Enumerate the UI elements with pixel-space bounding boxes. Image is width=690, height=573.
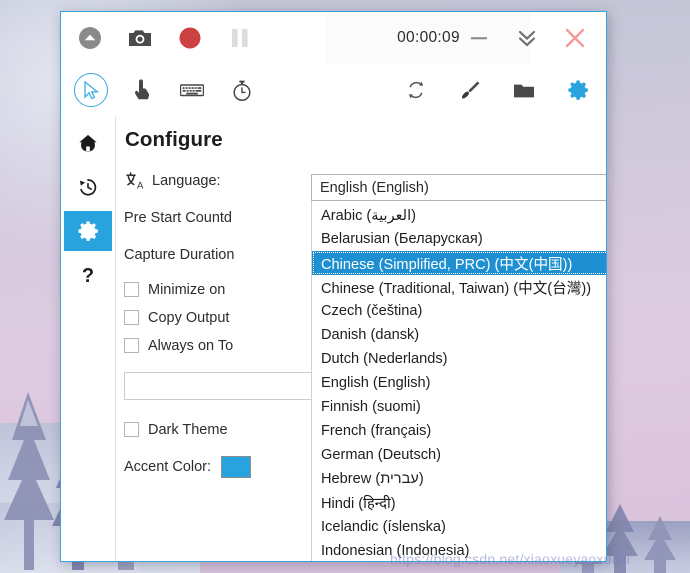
language-option[interactable]: Belarusian (Беларуская) — [312, 227, 606, 251]
svg-text:A: A — [136, 181, 143, 190]
paintbrush-icon — [461, 81, 480, 99]
stopwatch-icon — [233, 80, 251, 101]
collapse-button[interactable] — [512, 23, 542, 53]
close-x-icon — [565, 28, 585, 48]
screenshot-button[interactable] — [125, 23, 155, 53]
cursor-tool[interactable] — [74, 73, 108, 107]
language-option[interactable]: Chinese (Traditional, Taiwan) (中文(台灣)) — [312, 275, 606, 299]
window-controls — [464, 12, 598, 64]
checkbox-minimize-on[interactable] — [124, 282, 139, 297]
keystroke-tool[interactable] — [176, 74, 208, 106]
gear-icon — [78, 221, 98, 241]
folder-tool[interactable] — [508, 74, 540, 106]
config-text-field-1[interactable] — [124, 372, 324, 400]
accent-color-label: Accent Color: — [124, 459, 212, 475]
language-dropdown-popup[interactable]: Arabic (العربية) Belarusian (Беларуская) C… — [311, 201, 606, 561]
language-option[interactable]: German (Deutsch) — [312, 443, 606, 467]
cursor-arrow-icon — [83, 80, 99, 100]
question-mark-icon: ? — [82, 265, 94, 287]
keyboard-icon — [180, 84, 204, 97]
checkbox-copy-output-label: Copy Output — [148, 309, 230, 326]
home-icon — [79, 134, 97, 152]
language-option[interactable]: Icelandic (íslenska) — [312, 515, 606, 539]
page-title: Configure — [125, 128, 223, 151]
language-combo-box[interactable]: English (English) — [311, 174, 606, 201]
hand-pointer-icon — [134, 79, 150, 100]
language-option[interactable]: Danish (dansk) — [312, 323, 606, 347]
sidebar-item-home[interactable] — [64, 123, 112, 163]
history-clock-icon — [79, 179, 97, 196]
language-option[interactable]: English (English) — [312, 371, 606, 395]
checkbox-copy-output[interactable] — [124, 310, 139, 325]
chevron-up-circle-icon — [79, 27, 101, 49]
language-option[interactable]: Czech (čeština) — [312, 299, 606, 323]
language-option[interactable]: Dutch (Nederlands) — [312, 347, 606, 371]
language-option[interactable]: French (français) — [312, 419, 606, 443]
window-body: ? Configure A Language: Pre Start Countd… — [61, 116, 606, 561]
brush-tool[interactable] — [454, 74, 486, 106]
language-label: Language: — [152, 172, 221, 189]
configure-panel: Configure A Language: Pre Start Countd C… — [116, 116, 606, 561]
record-button[interactable] — [175, 23, 205, 53]
language-option[interactable]: Chinese (Simplified, PRC) (中文(中国)) — [312, 251, 606, 275]
sidebar-item-configure[interactable] — [64, 211, 112, 251]
pause-button[interactable] — [225, 23, 255, 53]
tool-bar-right — [400, 64, 594, 116]
close-button[interactable] — [560, 23, 590, 53]
language-option-list[interactable]: Arabic (العربية) Belarusian (Беларуская) C… — [312, 201, 606, 561]
camera-icon — [129, 30, 151, 46]
timer-tool[interactable] — [226, 74, 258, 106]
settings-tool[interactable] — [562, 74, 594, 106]
folder-icon — [514, 84, 534, 98]
sidebar-item-recent[interactable] — [64, 167, 112, 207]
sidebar: ? — [61, 116, 116, 561]
language-option[interactable]: Hindi (हिन्दी) — [312, 491, 606, 515]
language-option[interactable]: Finnish (suomi) — [312, 395, 606, 419]
pause-icon — [232, 29, 248, 47]
double-chevron-down-icon — [518, 30, 536, 47]
checkbox-always-on-top-label: Always on To — [148, 337, 234, 354]
click-tool[interactable] — [126, 74, 158, 106]
title-bar: 00:00:09 — [61, 12, 606, 64]
gear-icon — [568, 80, 588, 100]
minimize-button[interactable] — [464, 23, 494, 53]
checkbox-dark-theme-label: Dark Theme — [148, 421, 228, 438]
pre-start-countdown-label: Pre Start Countd — [124, 209, 232, 226]
minimize-icon — [471, 37, 487, 40]
checkbox-minimize-on-label: Minimize on — [148, 281, 226, 298]
collapse-up-button[interactable] — [75, 23, 105, 53]
record-dot-icon — [179, 27, 201, 49]
checkbox-dark-theme[interactable] — [124, 422, 139, 437]
sidebar-item-help[interactable]: ? — [64, 255, 112, 295]
svg-text:?: ? — [82, 265, 94, 287]
accent-color-swatch[interactable] — [221, 456, 252, 478]
desktop-wallpaper: 00:00:09 ? Configure A Language: Pre Sta… — [0, 0, 690, 573]
language-option[interactable]: Arabic (العربية) — [312, 203, 606, 227]
language-combo-value: English (English) — [320, 179, 429, 196]
timer-text: 00:00:09 — [397, 29, 460, 46]
app-window: 00:00:09 ? Configure A Language: Pre Sta… — [60, 11, 607, 562]
tool-bar — [61, 64, 606, 116]
checkbox-always-on-top[interactable] — [124, 338, 139, 353]
language-option[interactable]: Indonesian (Indonesia) — [312, 539, 606, 561]
refresh-icon — [408, 81, 424, 99]
language-option[interactable]: Hebrew (עברית) — [312, 467, 606, 491]
title-bar-left-actions — [61, 23, 255, 53]
capture-duration-label: Capture Duration — [124, 246, 235, 263]
translate-icon: A — [124, 171, 146, 191]
refresh-tool[interactable] — [400, 74, 432, 106]
